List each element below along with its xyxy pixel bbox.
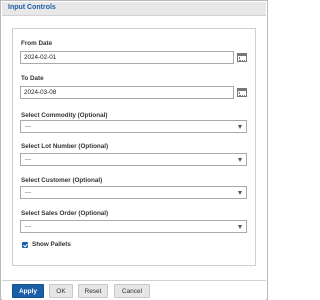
chevron-down-icon [238, 158, 242, 162]
show-pallets-checkbox[interactable] [22, 242, 28, 248]
sales-order-label: Select Sales Order (Optional) [21, 210, 109, 217]
customer-label: Select Customer (Optional) [21, 177, 103, 184]
dialog-title: Input Controls [8, 4, 56, 11]
from-date-input[interactable]: 2024-02-01 [20, 51, 234, 64]
calendar-icon[interactable] [237, 53, 247, 62]
apply-button[interactable]: Apply [12, 284, 44, 298]
dialog-titlebar: Input Controls [2, 2, 266, 16]
sales-order-select-value: --- [25, 223, 32, 230]
sales-order-select[interactable]: --- [20, 220, 247, 233]
controls-panel: From Date 2024-02-01 To Date 2024-03-08 … [12, 28, 256, 266]
chevron-down-icon [238, 225, 242, 229]
input-controls-dialog: Input Controls From Date 2024-02-01 To D… [0, 0, 268, 300]
lot-number-select-value: --- [25, 156, 32, 163]
chevron-down-icon [238, 191, 242, 195]
ok-button[interactable]: OK [49, 284, 73, 298]
to-date-input[interactable]: 2024-03-08 [20, 86, 234, 99]
commodity-select[interactable]: --- [20, 120, 247, 133]
customer-select-value: --- [25, 189, 32, 196]
from-date-label: From Date [21, 40, 53, 47]
customer-select[interactable]: --- [20, 186, 247, 199]
chevron-down-icon [238, 125, 242, 129]
commodity-label: Select Commodity (Optional) [21, 112, 108, 119]
commodity-select-value: --- [25, 123, 32, 130]
show-pallets-label[interactable]: Show Pallets [32, 241, 71, 248]
to-date-label: To Date [21, 75, 44, 82]
reset-button[interactable]: Reset [78, 284, 108, 298]
lot-number-label: Select Lot Number (Optional) [21, 143, 109, 150]
cancel-button[interactable]: Cancel [114, 284, 150, 298]
lot-number-select[interactable]: --- [20, 153, 247, 166]
calendar-icon[interactable] [237, 88, 247, 97]
